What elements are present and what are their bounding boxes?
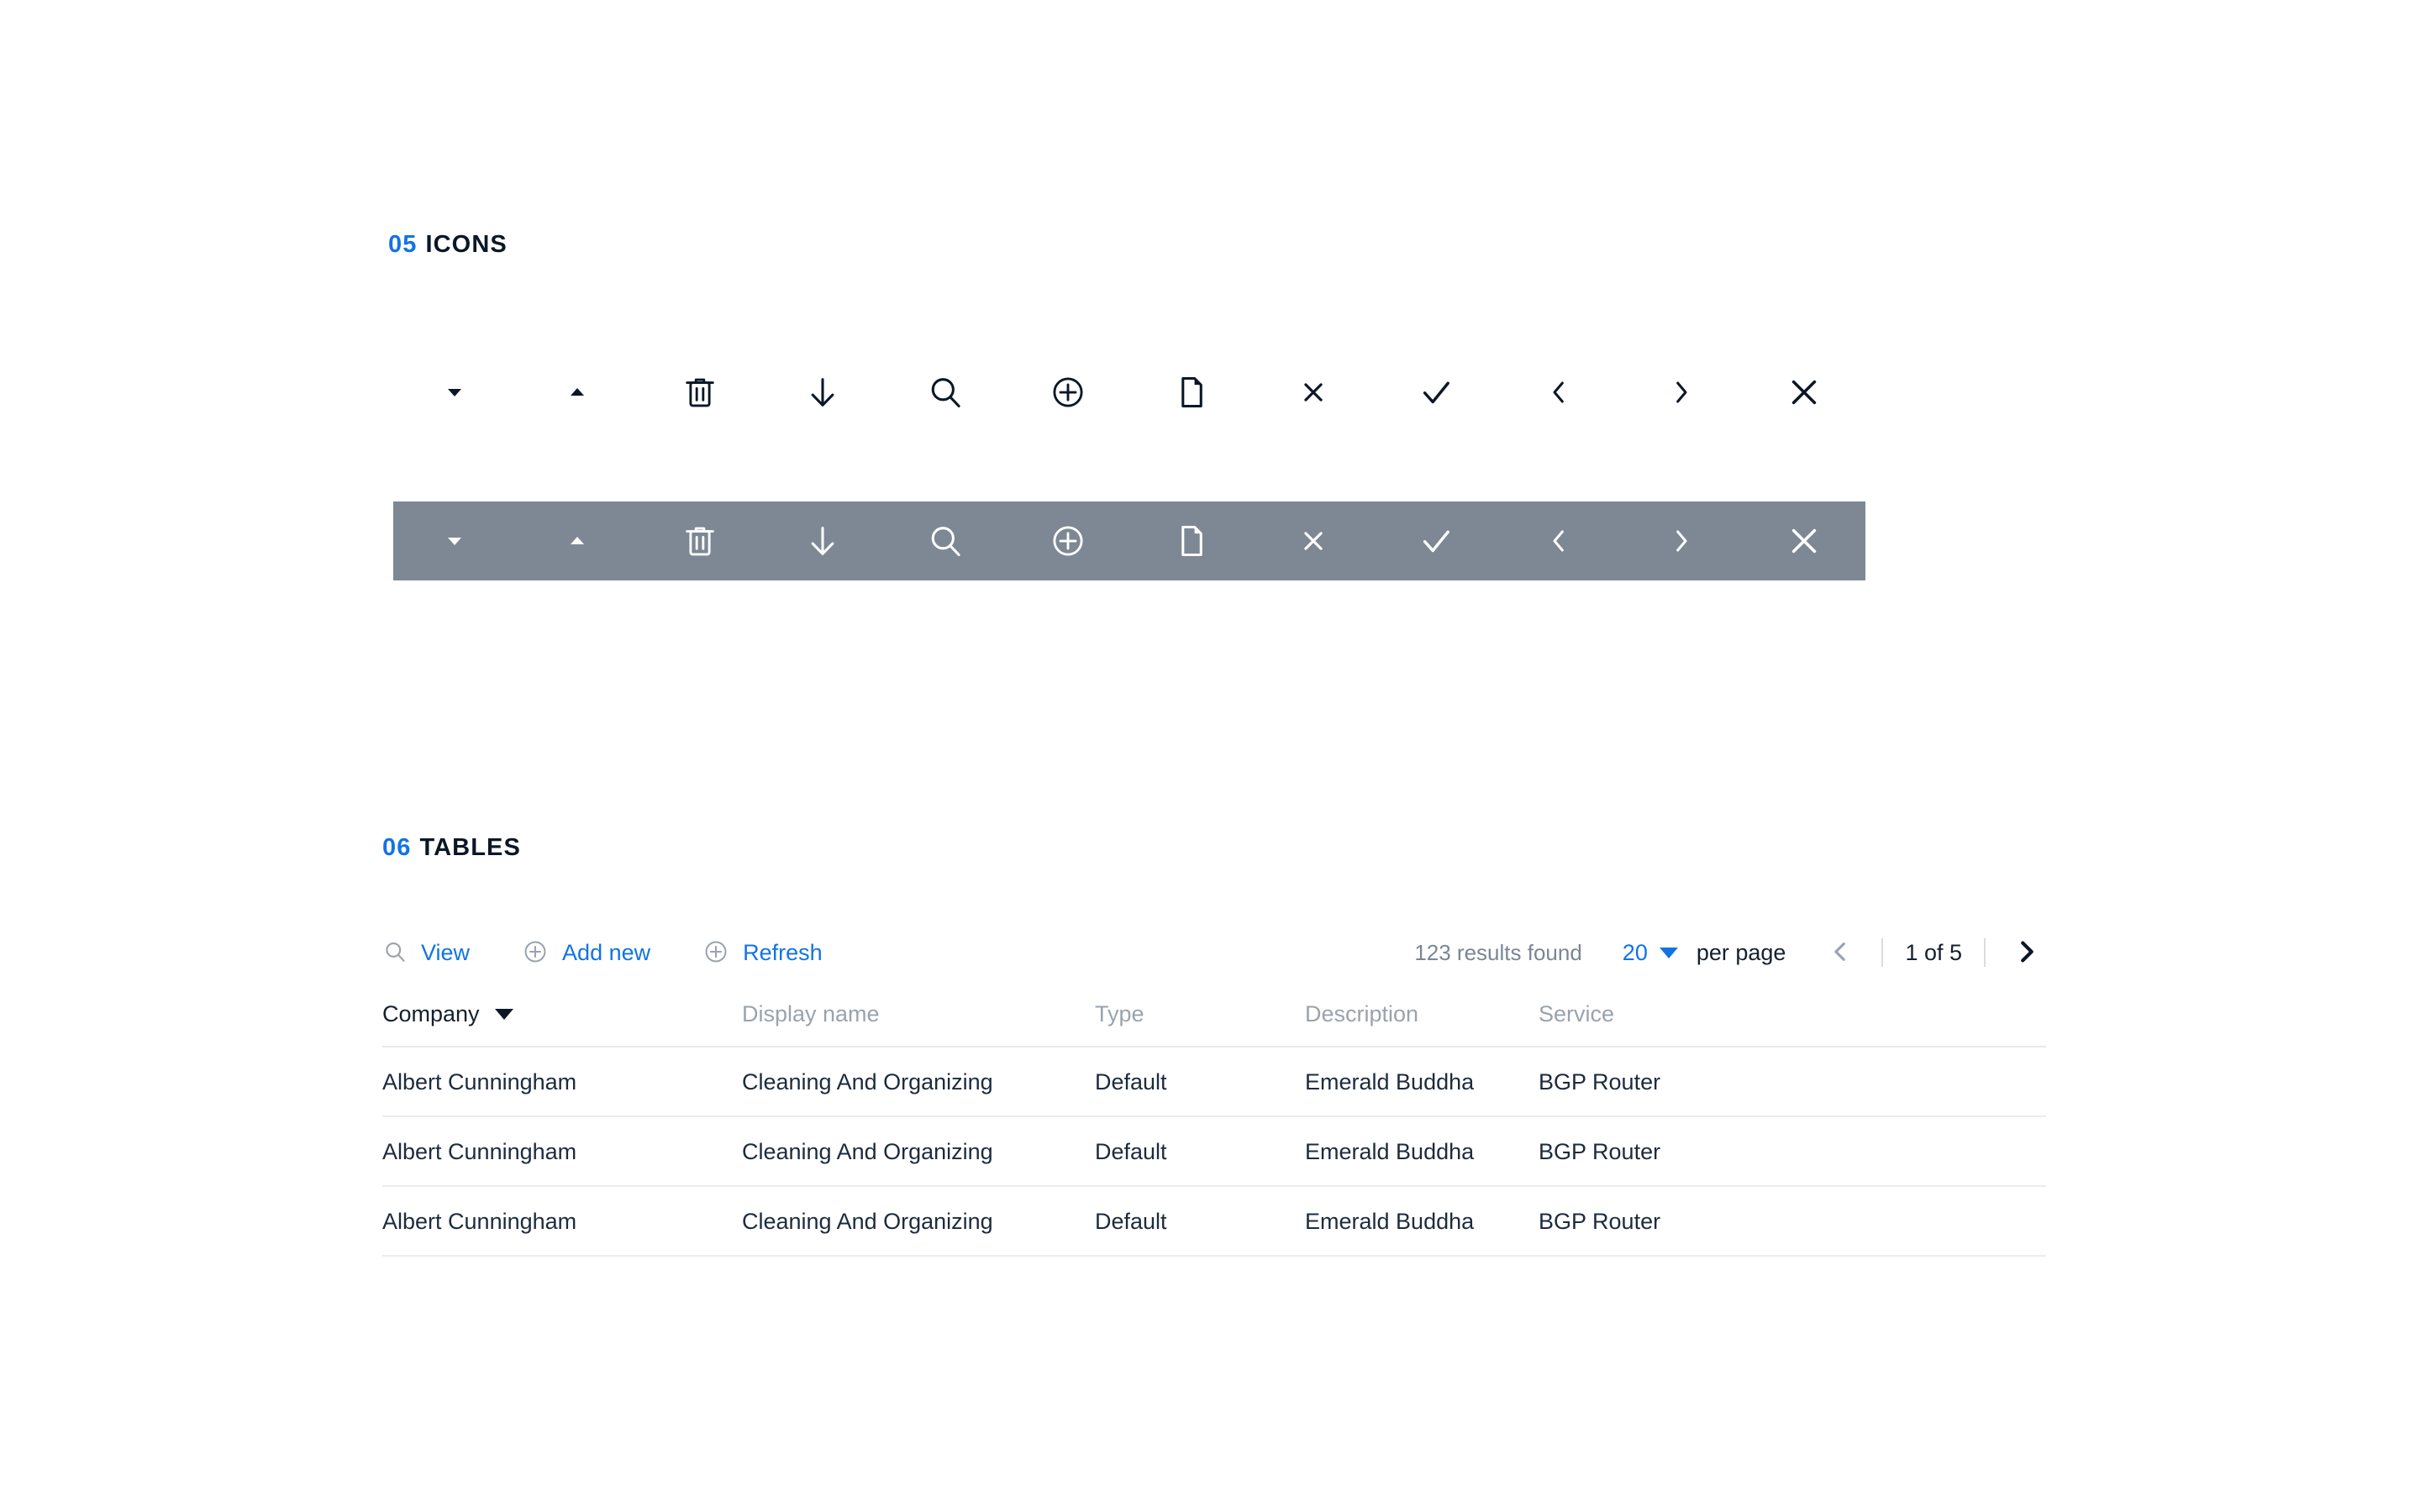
results-table: Company Display name Type Description Se… [382,1001,2046,1257]
page-status: 1 of 5 [1905,939,1962,965]
per-page-label: per page [1696,939,1786,965]
add-new-button[interactable]: Add new [522,938,650,968]
pager: 1 of 5 [1821,933,2046,972]
column-label: Type [1095,1001,1144,1026]
caret-up-icon[interactable] [516,501,639,580]
cell-display-name: Cleaning And Organizing [742,1047,1095,1117]
pager-divider [1984,938,1986,967]
cell-company: Albert Cunningham [382,1047,742,1117]
plus-circle-icon [702,938,729,968]
per-page-select[interactable]: 20 [1622,939,1678,965]
refresh-button[interactable]: Refresh [702,938,823,968]
sort-desc-icon [494,1009,513,1020]
column-label: Description [1305,1001,1419,1026]
section-number: 05 [388,231,418,258]
chevron-right-icon [2011,936,2043,970]
view-label: View [421,939,471,965]
chevron-down-icon [1659,947,1678,958]
file-icon[interactable] [1129,353,1252,432]
close-large-x-icon[interactable] [1743,353,1865,432]
cell-company: Albert Cunningham [382,1186,742,1257]
trash-icon[interactable] [639,353,761,432]
check-icon[interactable] [1375,353,1497,432]
column-header-type[interactable]: Type [1095,1001,1305,1047]
cell-description: Emerald Buddha [1305,1116,1539,1187]
pager-divider [1881,938,1884,967]
search-icon[interactable] [884,501,1007,580]
cell-type: Default [1095,1186,1305,1257]
cell-description: Emerald Buddha [1305,1047,1539,1117]
refresh-label: Refresh [743,939,823,965]
results-count: 123 results found [1414,939,1582,965]
plus-circle-icon [522,938,549,968]
column-header-description[interactable]: Description [1305,1001,1539,1047]
caret-down-icon[interactable] [393,501,516,580]
section-heading-icons: 05 ICONS [388,233,508,257]
column-header-service[interactable]: Service [1539,1001,2046,1047]
check-icon[interactable] [1375,501,1497,580]
chevron-right-icon[interactable] [1620,501,1743,580]
table-toolbar: View Add new Refresh 123 results found 2… [382,922,2046,983]
cell-type: Default [1095,1116,1305,1187]
column-label: Company [382,1001,480,1026]
table-row[interactable]: Albert Cunningham Cleaning And Organizin… [382,1047,2046,1117]
table-row[interactable]: Albert Cunningham Cleaning And Organizin… [382,1186,2046,1257]
chevron-left-icon [1826,937,1854,969]
section-heading-tables: 06 TABLES [382,836,521,860]
trash-icon[interactable] [639,501,761,580]
column-header-company[interactable]: Company [382,1001,742,1047]
arrow-down-icon[interactable] [761,501,884,580]
icon-row-light [393,353,1865,432]
cell-display-name: Cleaning And Organizing [742,1186,1095,1257]
plus-circle-icon[interactable] [1007,501,1129,580]
close-x-icon[interactable] [1252,353,1375,432]
next-page-button[interactable] [2007,933,2046,972]
cell-company: Albert Cunningham [382,1116,742,1187]
chevron-left-icon[interactable] [1497,501,1620,580]
view-button[interactable]: View [382,939,470,967]
table-row[interactable]: Albert Cunningham Cleaning And Organizin… [382,1116,2046,1187]
per-page-value: 20 [1622,939,1648,965]
file-icon[interactable] [1129,501,1252,580]
section-title: TABLES [419,834,521,861]
search-icon[interactable] [884,353,1007,432]
caret-down-icon[interactable] [393,353,516,432]
caret-up-icon[interactable] [516,353,639,432]
plus-circle-icon[interactable] [1007,353,1129,432]
section-number: 06 [382,834,412,861]
table-block: View Add new Refresh 123 results found 2… [382,922,2046,1257]
icon-row-dark [393,501,1865,580]
chevron-right-icon[interactable] [1620,353,1743,432]
close-x-icon[interactable] [1252,501,1375,580]
column-label: Display name [742,1001,880,1026]
cell-service: BGP Router [1539,1116,2046,1187]
search-icon [382,939,408,967]
cell-display-name: Cleaning And Organizing [742,1116,1095,1187]
cell-type: Default [1095,1047,1305,1117]
table-header-row: Company Display name Type Description Se… [382,1001,2046,1047]
section-title: ICONS [425,231,508,258]
prev-page-button[interactable] [1821,933,1860,972]
chevron-left-icon[interactable] [1497,353,1620,432]
cell-description: Emerald Buddha [1305,1186,1539,1257]
column-header-display-name[interactable]: Display name [742,1001,1095,1047]
cell-service: BGP Router [1539,1186,2046,1257]
add-new-label: Add new [562,939,651,965]
column-label: Service [1539,1001,1615,1026]
pagination-controls: 123 results found 20 per page 1 of 5 [1414,933,2046,972]
arrow-down-icon[interactable] [761,353,884,432]
close-large-x-icon[interactable] [1743,501,1865,580]
cell-service: BGP Router [1539,1047,2046,1117]
design-system-page: 05 ICONS 06 TABLES View Add new Refresh … [0,0,2420,1512]
